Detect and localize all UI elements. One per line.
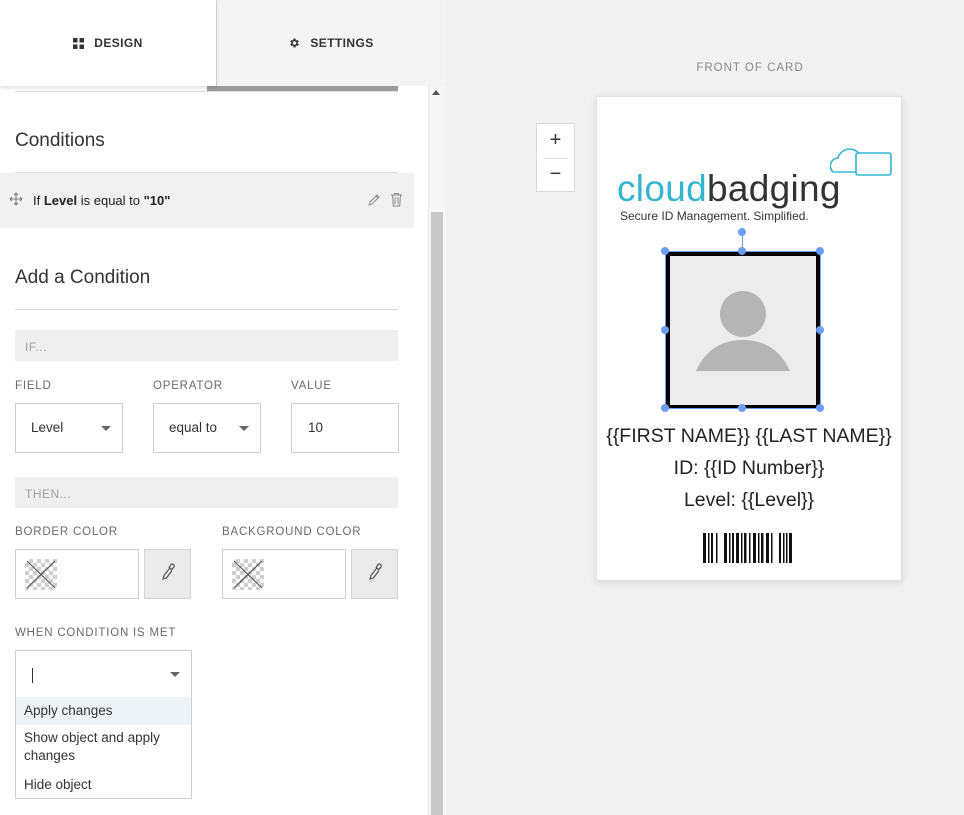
condition-item[interactable]: If Level is equal to "10" — [0, 173, 414, 228]
operator-label: OPERATOR — [153, 380, 223, 392]
when-condition-select[interactable]: Apply changes Show object and apply chan… — [15, 650, 192, 799]
resize-handle-bottom-right[interactable] — [816, 404, 824, 412]
condition-text: If Level is equal to "10" — [33, 193, 170, 208]
rotation-handle[interactable] — [738, 228, 746, 236]
name-field[interactable]: {{FIRST NAME}} {{LAST NAME}} — [597, 425, 901, 448]
photo-placeholder[interactable] — [666, 252, 820, 409]
zoom-in-button[interactable]: + — [537, 124, 574, 157]
pencil-icon[interactable] — [367, 193, 381, 210]
card-side-heading: FRONT OF CARD — [696, 62, 804, 74]
barcode-icon[interactable] — [703, 533, 795, 568]
logo-wordmark: cloudbadging — [617, 167, 841, 211]
eyedropper-icon — [161, 563, 175, 586]
field-select-value: Level — [31, 420, 64, 435]
resize-handle-top[interactable] — [738, 247, 746, 255]
field-label: FIELD — [15, 380, 52, 392]
tab-settings[interactable]: SETTINGS — [216, 0, 445, 86]
resize-handle-left[interactable] — [661, 326, 669, 334]
gear-icon — [288, 37, 300, 49]
tab-bar: DESIGN SETTINGS — [0, 0, 445, 86]
field-select[interactable]: Level — [15, 403, 123, 453]
option-show-and-apply[interactable]: Show object and apply changes — [16, 729, 191, 769]
logo-tagline: Secure ID Management. Simplified. — [620, 209, 809, 223]
condition-operator: is equal to — [80, 193, 140, 208]
divider — [15, 309, 398, 310]
logo-part-cloud: cloud — [617, 168, 707, 209]
zoom-out-button[interactable]: − — [537, 158, 574, 191]
border-color-field[interactable] — [15, 549, 139, 599]
add-condition-title: Add a Condition — [15, 267, 151, 288]
condition-value: "10" — [143, 193, 171, 208]
scroll-up-arrow-icon[interactable] — [432, 90, 440, 95]
tab-design[interactable]: DESIGN — [0, 0, 216, 86]
tab-design-label: DESIGN — [94, 36, 143, 50]
drag-handle-icon[interactable] — [9, 192, 23, 209]
border-color-label: BORDER COLOR — [15, 526, 118, 538]
resize-handle-right[interactable] — [816, 326, 824, 334]
tab-settings-label: SETTINGS — [310, 36, 374, 50]
option-apply-changes[interactable]: Apply changes — [16, 697, 191, 725]
card-preview[interactable]: cloudbadging Secure ID Management. Simpl… — [596, 96, 902, 581]
resize-handle-bottom-left[interactable] — [661, 404, 669, 412]
background-color-label: BACKGROUND COLOR — [222, 526, 362, 538]
chevron-down-icon — [101, 426, 111, 431]
scrollbar[interactable] — [428, 86, 445, 815]
then-band: THEN... — [15, 477, 398, 508]
section-divider — [15, 86, 398, 92]
chevron-down-icon — [170, 672, 180, 677]
logo-part-badging: badging — [706, 168, 841, 209]
trash-icon[interactable] — [390, 192, 403, 210]
operator-select-value: equal to — [169, 420, 218, 435]
scrollbar-thumb[interactable] — [431, 212, 443, 815]
if-band: IF... — [15, 330, 398, 361]
grid-icon — [73, 37, 85, 49]
eyedropper-icon — [368, 563, 382, 586]
level-field[interactable]: Level: {{Level}} — [597, 489, 901, 512]
value-input-text: 10 — [308, 420, 324, 435]
chevron-down-icon — [239, 426, 249, 431]
resize-handle-bottom[interactable] — [738, 404, 746, 412]
operator-select[interactable]: equal to — [153, 403, 261, 453]
condition-prefix: If — [33, 193, 41, 208]
value-label: VALUE — [291, 380, 332, 392]
left-panel: DESIGN SETTINGS Conditions If Level is e… — [0, 0, 445, 815]
when-condition-label: WHEN CONDITION IS MET — [15, 627, 177, 639]
background-color-field[interactable] — [222, 549, 346, 599]
transparent-swatch-icon — [25, 559, 57, 590]
border-color-picker-button[interactable] — [144, 549, 191, 599]
conditions-title: Conditions — [15, 130, 105, 151]
condition-field: Level — [43, 193, 78, 208]
text-cursor — [32, 668, 33, 683]
background-color-picker-button[interactable] — [351, 549, 398, 599]
resize-handle-top-left[interactable] — [661, 247, 669, 255]
value-input[interactable]: 10 — [291, 403, 399, 453]
zoom-control: + − — [536, 123, 575, 192]
resize-handle-top-right[interactable] — [816, 247, 824, 255]
transparent-swatch-icon — [232, 559, 264, 590]
id-field[interactable]: ID: {{ID Number}} — [597, 457, 901, 480]
option-hide-object[interactable]: Hide object — [16, 776, 191, 796]
